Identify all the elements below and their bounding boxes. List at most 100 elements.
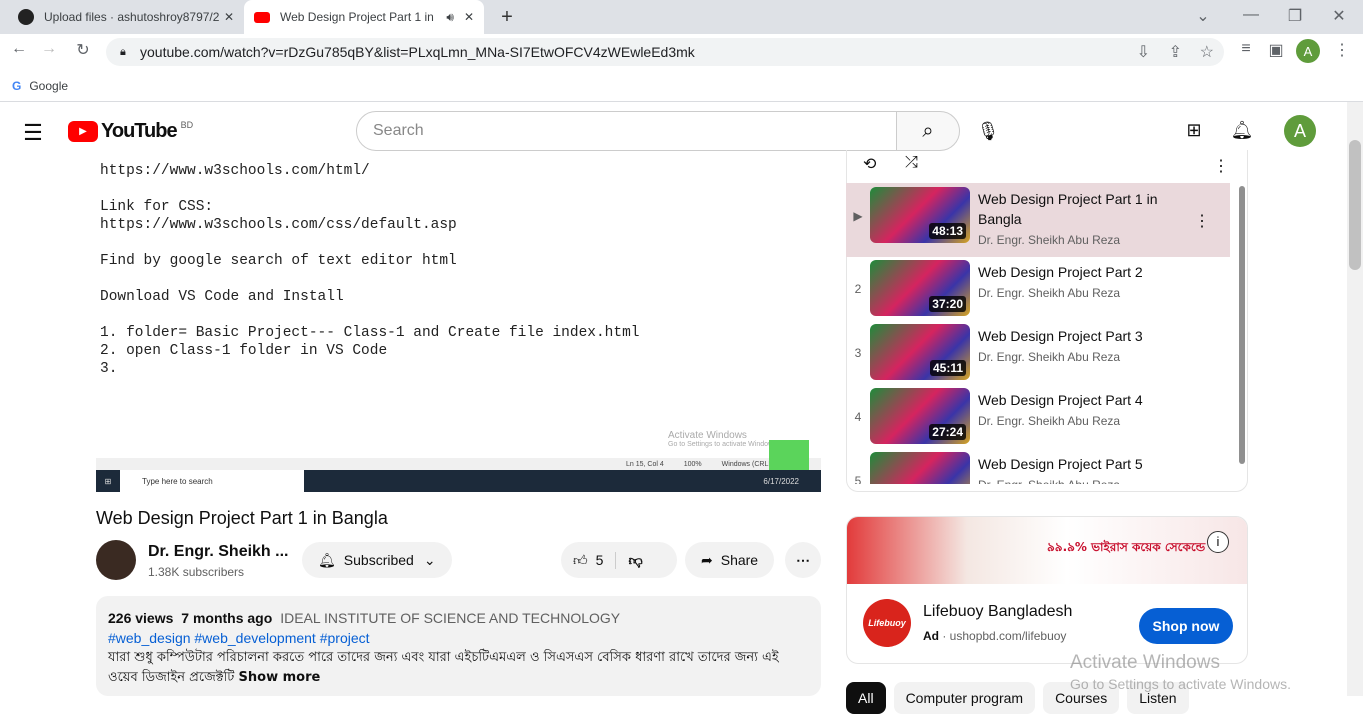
hamburger-menu-icon[interactable]: ☰	[22, 120, 44, 146]
playlist-video-title[interactable]: Web Design Project Part 4	[978, 390, 1178, 410]
youtube-favicon-icon	[254, 11, 270, 23]
close-icon[interactable]: ✕	[464, 10, 474, 24]
bookmark-google[interactable]: Google	[29, 79, 68, 93]
playlist-channel: Dr. Engr. Sheikh Abu Reza	[978, 414, 1121, 428]
page-scrollbar[interactable]	[1347, 102, 1363, 696]
share-icon[interactable]: ⇪	[1169, 42, 1182, 62]
playlist-index: 3	[854, 346, 862, 360]
advertiser-name[interactable]: Lifebuoy Bangladesh	[923, 603, 1072, 621]
share-button[interactable]: ➦ Share	[685, 542, 775, 578]
close-window-button[interactable]: ✕	[1328, 6, 1350, 26]
notifications-bell-icon[interactable]: 🔔︎	[1230, 120, 1254, 141]
like-dislike-group: 👍︎ 5 👎︎	[561, 542, 677, 578]
video-thumbnail[interactable]: 45:11	[870, 324, 970, 380]
new-tab-button[interactable]: +	[496, 6, 518, 28]
video-thumbnail[interactable]: 48:13	[870, 187, 970, 243]
playlist-video-title[interactable]: Web Design Project Part 5	[978, 454, 1178, 474]
bookmark-star-icon[interactable]: ☆	[1200, 42, 1214, 62]
playlist-index: 5	[854, 474, 862, 484]
video-watermark: Activate Windows Go to Settings to activa…	[668, 430, 779, 448]
youtube-logo[interactable]: ▶ YouTube BD	[68, 120, 193, 143]
duration-badge: 48:13	[929, 223, 966, 239]
playlist-index: 2	[854, 282, 862, 296]
google-icon: G	[12, 78, 22, 93]
video-thumbnail[interactable]	[870, 452, 970, 484]
menu-icon[interactable]: ⋮	[1332, 40, 1352, 60]
shop-now-button[interactable]: Shop now	[1139, 608, 1233, 644]
video-thumbnail[interactable]: 37:20	[870, 260, 970, 316]
account-avatar[interactable]: A	[1284, 115, 1316, 147]
share-arrow-icon: ➦	[701, 551, 713, 568]
microphone-icon[interactable]: 🎙︎	[976, 118, 1000, 144]
playlist-video-title[interactable]: Web Design Project Part 1 in Bangla	[978, 189, 1178, 229]
shuffle-icon[interactable]: ⤮	[905, 154, 918, 172]
thumbs-up-icon: 👍︎	[573, 551, 588, 568]
duration-badge: 37:20	[929, 296, 966, 312]
video-taskbar: ⊞ Type here to search 6/17/2022	[96, 470, 821, 492]
address-bar[interactable]: 🔒︎ youtube.com/watch?v=rDzGu785qBY&list=P…	[106, 38, 1224, 66]
like-button[interactable]: 👍︎ 5	[561, 551, 617, 569]
loop-icon[interactable]: ⟲	[863, 154, 876, 174]
tab-github[interactable]: Upload files · ashutoshroy8797/2 ✕	[8, 0, 244, 34]
hashtags[interactable]: #web_design #web_development #project	[108, 628, 809, 648]
github-icon	[18, 9, 34, 25]
subscribed-button[interactable]: 🔔︎ Subscribed ⌄	[302, 542, 452, 578]
tab-search-icon[interactable]: ⌄	[1192, 6, 1214, 26]
lifebuoy-logo[interactable]: Lifebuoy	[863, 599, 911, 647]
channel-name[interactable]: Dr. Engr. Sheikh ...	[148, 543, 288, 561]
playlist-item[interactable]: ▶ 48:13 Web Design Project Part 1 in Ban…	[846, 183, 1230, 257]
windows-activation-watermark: Activate Windows Go to Settings to activa…	[1070, 652, 1291, 692]
back-button[interactable]: ←	[8, 40, 30, 58]
tab-youtube[interactable]: Web Design Project Part 1 in 🔊︎ ✕	[244, 0, 484, 34]
playlist-channel: Dr. Engr. Sheikh Abu Reza	[978, 350, 1121, 364]
item-menu-icon[interactable]: ⋮	[1194, 211, 1210, 257]
close-icon[interactable]: ✕	[224, 10, 234, 24]
show-more-link[interactable]: Show more	[239, 670, 321, 685]
tab-strip: Upload files · ashutoshroy8797/2 ✕ Web De…	[0, 0, 1363, 34]
playlist-video-title[interactable]: Web Design Project Part 3	[978, 326, 1178, 346]
minimize-button[interactable]: —	[1240, 6, 1262, 24]
playlist-item[interactable]: 4 27:24 Web Design Project Part 4 Dr. Eng…	[846, 384, 1230, 448]
ad-card[interactable]: ৯৯.৯% ভাইরাস কয়েক সেকেন্ডে i Lifebuoy Li…	[846, 516, 1248, 664]
thumbs-down-icon: 👎︎	[628, 551, 643, 568]
dislike-button[interactable]: 👎︎	[616, 552, 642, 569]
playlist-index: ▶	[853, 209, 863, 223]
install-icon[interactable]: ⇩	[1137, 42, 1150, 62]
playlist-scrollbar[interactable]	[1239, 186, 1245, 464]
forward-button[interactable]: →	[38, 40, 60, 58]
restore-button[interactable]: ❐	[1284, 6, 1306, 26]
ad-banner[interactable]: ৯৯.৯% ভাইরাস কয়েক সেকেন্ডে i	[847, 517, 1247, 584]
speaker-icon[interactable]: 🔊︎	[446, 10, 454, 25]
playlist-item[interactable]: 5 Web Design Project Part 5 Dr. Engr. She…	[846, 448, 1230, 484]
search-input[interactable]: Search	[356, 111, 897, 151]
video-title: Web Design Project Part 1 in Bangla	[96, 508, 388, 528]
chip-computer-program[interactable]: Computer program	[893, 682, 1036, 714]
channel-avatar[interactable]	[96, 540, 136, 580]
video-thumbnail[interactable]: 27:24	[870, 388, 970, 444]
duration-badge: 27:24	[929, 424, 966, 440]
chip-all[interactable]: All	[846, 682, 886, 714]
playlist-item[interactable]: 3 45:11 Web Design Project Part 3 Dr. Eng…	[846, 320, 1230, 384]
side-panel-icon[interactable]: ▣	[1266, 40, 1286, 60]
playlist-menu-icon[interactable]: ⋮	[1213, 156, 1229, 176]
media-icon[interactable]: ≡	[1236, 40, 1256, 58]
playlist-item[interactable]: 2 37:20 Web Design Project Part 2 Dr. Eng…	[846, 256, 1230, 320]
bell-icon: 🔔︎	[318, 551, 336, 568]
search-icon: ⌕	[922, 119, 934, 142]
playlist-video-title[interactable]: Web Design Project Part 2	[978, 262, 1178, 282]
description-box[interactable]: 226 views 7 months ago IDEAL INSTITUTE O…	[96, 596, 821, 696]
info-icon[interactable]: i	[1207, 531, 1229, 553]
playlist-channel: Dr. Engr. Sheikh Abu Reza	[978, 233, 1121, 247]
profile-avatar[interactable]: A	[1296, 39, 1320, 63]
editor-statusbar: Ln 15, Col 4 100% Windows (CRLF)	[96, 458, 821, 470]
lock-icon: 🔒︎	[120, 45, 126, 58]
bookmarks-bar: G Google	[0, 70, 1363, 102]
more-actions-button[interactable]: ⋯	[785, 542, 821, 578]
subscriber-count: 1.38K subscribers	[148, 565, 245, 579]
chevron-down-icon: ⌄	[423, 551, 436, 568]
search-button[interactable]: ⌕	[896, 111, 960, 151]
reload-button[interactable]: ↻	[72, 40, 94, 60]
create-video-icon[interactable]: ⊞	[1182, 120, 1206, 141]
playlist-channel: Dr. Engr. Sheikh Abu Reza	[978, 478, 1178, 484]
playlist-index: 4	[854, 410, 862, 424]
